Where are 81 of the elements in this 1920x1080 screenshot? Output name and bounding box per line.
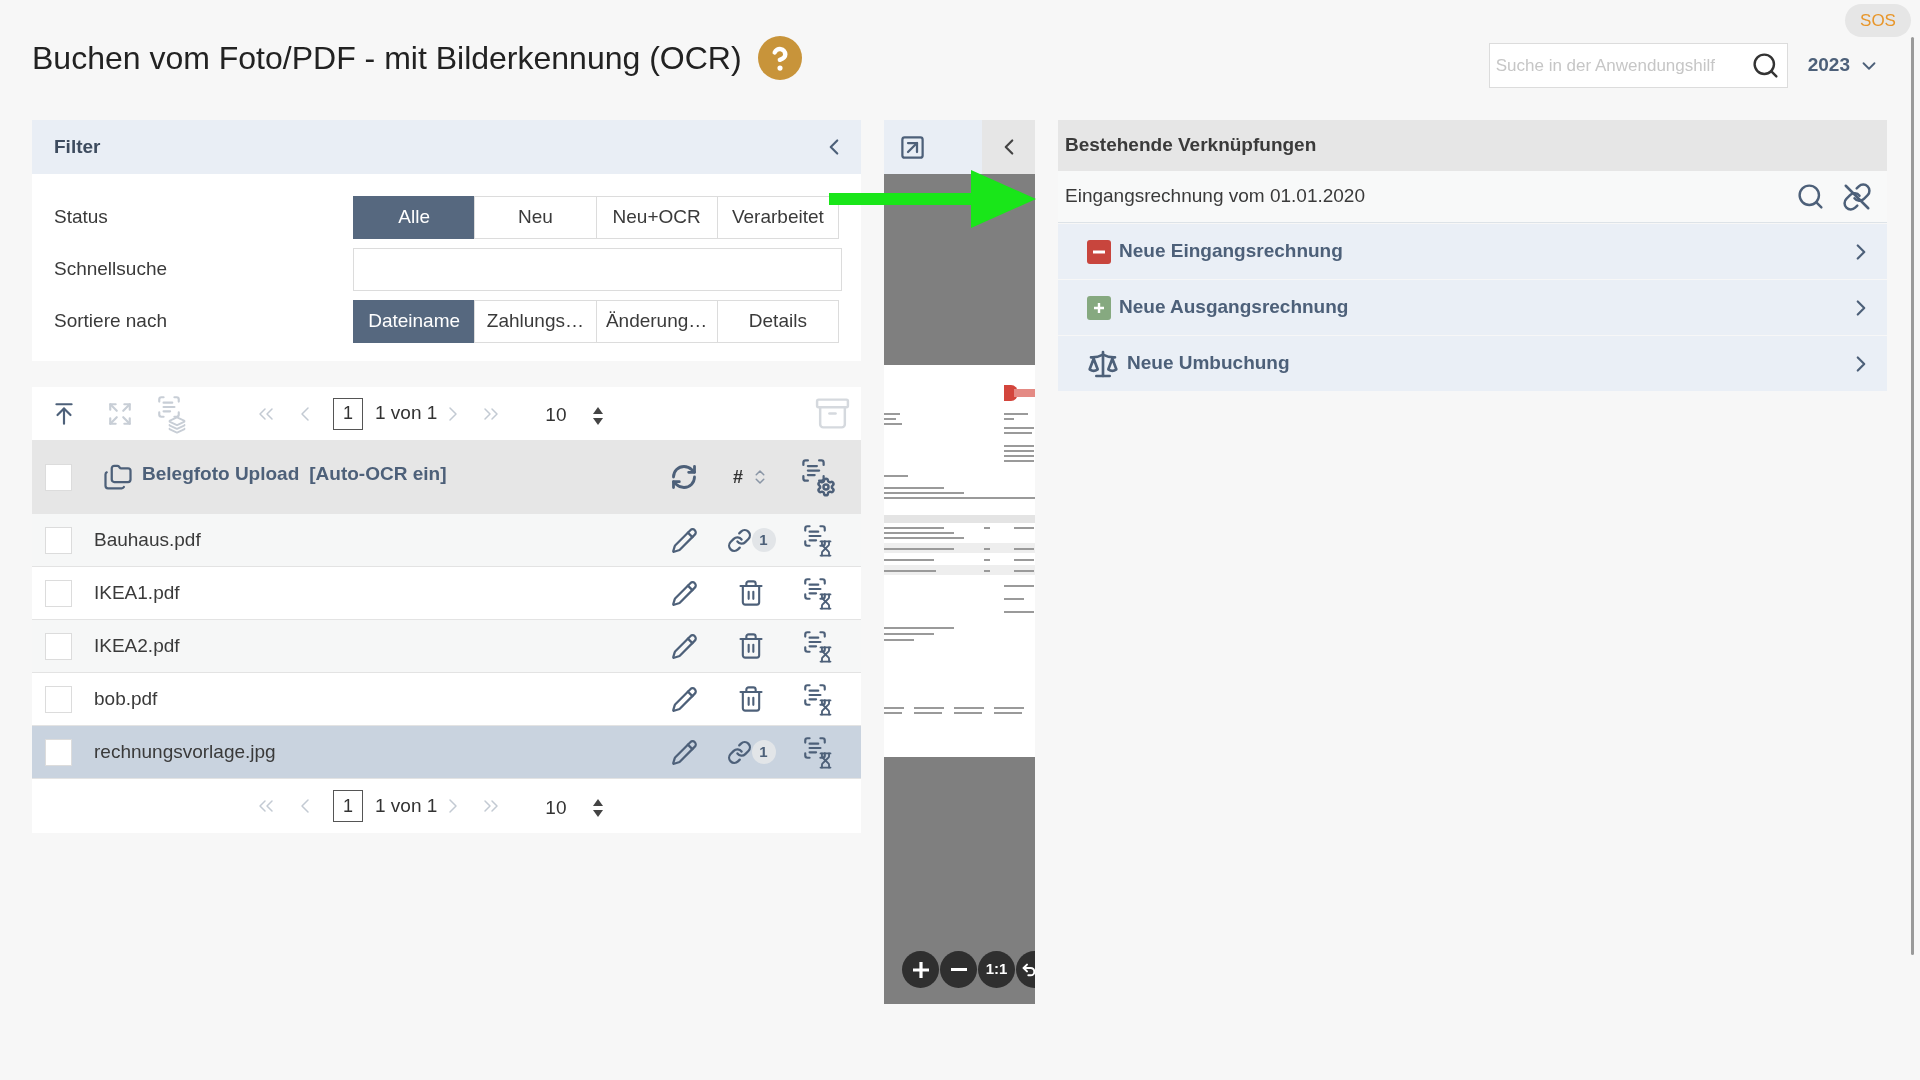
filter-option[interactable]: Dateiname bbox=[353, 300, 476, 343]
actual-size-button[interactable]: 1:1 bbox=[978, 951, 1015, 988]
pencil-icon[interactable] bbox=[670, 685, 698, 713]
file-row[interactable]: Bauhaus.pdf 1 bbox=[32, 514, 861, 567]
checkbox[interactable] bbox=[45, 579, 72, 607]
scan-hourglass-icon[interactable] bbox=[802, 576, 834, 610]
linked-entry-label: Eingangsrechnung vom 01.01.2020 bbox=[1065, 184, 1365, 209]
undo-icon bbox=[1021, 961, 1035, 978]
checkbox[interactable] bbox=[45, 632, 72, 660]
action-item[interactable]: Neue Umbuchung bbox=[1058, 336, 1887, 391]
trash-icon[interactable] bbox=[737, 632, 765, 660]
scan-hourglass-icon[interactable] bbox=[802, 682, 834, 716]
scan-gear-icon[interactable] bbox=[800, 457, 836, 497]
panel-title: Filter bbox=[54, 134, 101, 159]
filter-option[interactable]: Änderung… bbox=[595, 300, 718, 343]
trash-icon[interactable] bbox=[737, 579, 765, 607]
zoom-out-button[interactable] bbox=[940, 951, 977, 988]
filter-label: Status bbox=[54, 205, 108, 230]
minus-square-icon bbox=[1087, 239, 1111, 264]
folder-tag: [Auto-OCR ein] bbox=[309, 459, 447, 489]
file-name: Bauhaus.pdf bbox=[94, 527, 201, 552]
file-row[interactable]: rechnungsvorlage.jpg 1 bbox=[32, 726, 861, 779]
checkbox[interactable] bbox=[45, 463, 72, 491]
trash-icon[interactable] bbox=[737, 685, 765, 713]
pencil-icon[interactable] bbox=[670, 579, 698, 607]
scan-hourglass-icon[interactable] bbox=[802, 523, 834, 557]
year-select[interactable]: 2023 bbox=[1807, 51, 1880, 80]
scrollbar[interactable] bbox=[1911, 37, 1914, 955]
folder-title: Belegfoto Upload bbox=[142, 461, 300, 486]
filter-label: Schnellsuche bbox=[54, 257, 168, 282]
quick-search-field[interactable] bbox=[353, 248, 842, 291]
checkbox[interactable] bbox=[45, 526, 72, 554]
scan-hourglass-icon[interactable] bbox=[802, 735, 834, 769]
page-title: Buchen vom Foto/PDF - mit Bilderkennung (OCR) bbox=[32, 39, 742, 78]
minus-icon bbox=[950, 968, 967, 971]
page-summary: 1 von 1 bbox=[375, 793, 438, 818]
search-icon[interactable] bbox=[1796, 182, 1825, 211]
filter-option[interactable]: Alle bbox=[353, 196, 476, 239]
action-item[interactable]: Neue Ausgangsrechnung bbox=[1058, 280, 1887, 335]
scan-hourglass-icon[interactable] bbox=[802, 629, 834, 663]
search-icon[interactable] bbox=[1750, 51, 1780, 80]
pencil-icon[interactable] bbox=[670, 738, 698, 766]
refresh-icon[interactable] bbox=[670, 463, 698, 491]
pencil-icon[interactable] bbox=[670, 632, 698, 660]
links-button[interactable]: 1 bbox=[726, 739, 776, 765]
per-page-select[interactable]: 10 bbox=[545, 397, 605, 430]
open-external-icon[interactable] bbox=[899, 133, 926, 161]
file-name: bob.pdf bbox=[94, 686, 158, 711]
file-name: rechnungsvorlage.jpg bbox=[94, 739, 276, 764]
panel-title: Bestehende Verknüpfungen bbox=[1065, 133, 1317, 158]
links-button[interactable]: 1 bbox=[726, 527, 776, 553]
checkbox[interactable] bbox=[45, 738, 72, 766]
file-row[interactable]: IKEA2.pdf bbox=[32, 620, 861, 673]
filter-option[interactable]: Details bbox=[716, 300, 839, 343]
sort-arrows-icon bbox=[592, 405, 605, 426]
page-summary: 1 von 1 bbox=[375, 401, 438, 426]
filter-label: Sortiere nach bbox=[54, 309, 167, 334]
sort-arrows-icon bbox=[592, 798, 605, 818]
filter-option[interactable]: Verarbeitet bbox=[716, 196, 839, 239]
pencil-icon[interactable] bbox=[670, 526, 698, 554]
count-column-label: # bbox=[733, 465, 743, 489]
filter-option[interactable]: Neu+OCR bbox=[595, 196, 718, 239]
action-item[interactable]: Neue Eingangsrechnung bbox=[1058, 224, 1887, 279]
folders-icon bbox=[103, 462, 133, 492]
plus-square-icon bbox=[1087, 295, 1111, 320]
per-page-select[interactable]: 10 bbox=[545, 789, 605, 823]
page-input[interactable]: 1 bbox=[333, 397, 363, 430]
page-input[interactable]: 1 bbox=[333, 790, 363, 822]
unlink-icon[interactable] bbox=[1842, 181, 1872, 212]
link-icon bbox=[726, 527, 752, 553]
plus-icon bbox=[912, 961, 929, 978]
file-name: IKEA2.pdf bbox=[94, 633, 180, 658]
checkbox[interactable] bbox=[45, 685, 72, 713]
undo-button[interactable] bbox=[1016, 951, 1035, 988]
zoom-in-button[interactable] bbox=[902, 951, 939, 988]
filter-option[interactable]: Neu bbox=[474, 196, 597, 239]
search-field[interactable]: Suche in der Anwendungshilf bbox=[1488, 43, 1788, 88]
link-icon bbox=[726, 739, 752, 765]
file-name: IKEA1.pdf bbox=[94, 580, 180, 605]
filter-option[interactable]: Zahlungs… bbox=[474, 300, 597, 343]
help-icon[interactable] bbox=[757, 36, 802, 80]
